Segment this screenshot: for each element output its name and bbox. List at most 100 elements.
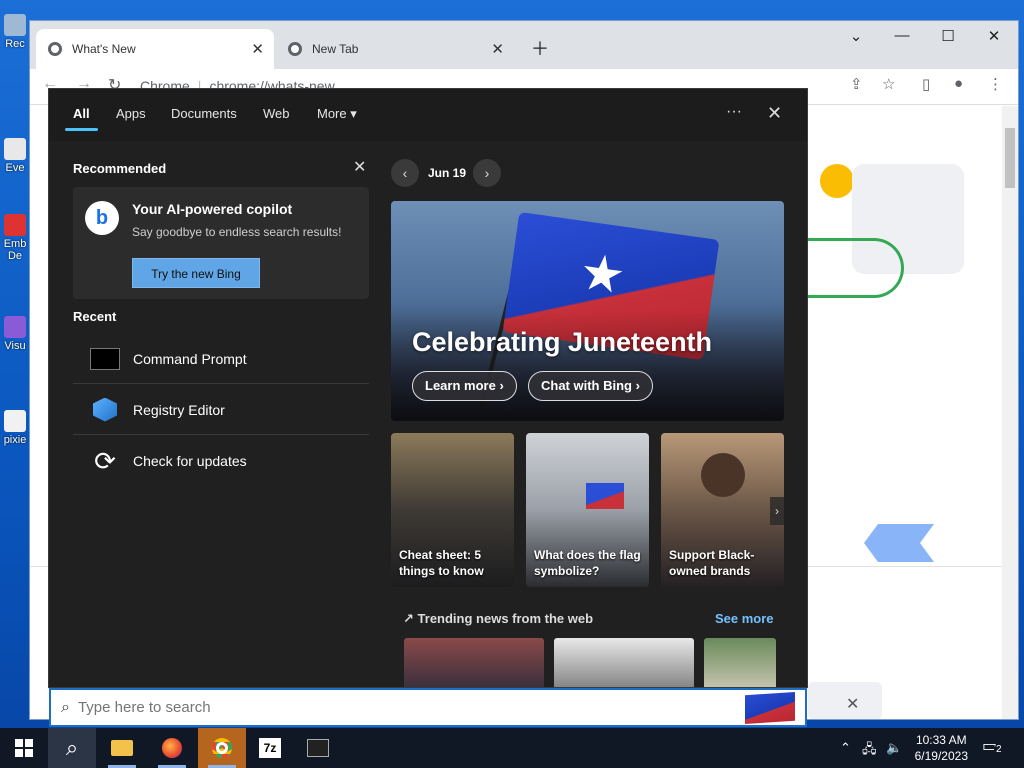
- share-icon[interactable]: ⇪: [850, 75, 863, 93]
- plus-icon[interactable]: ＋: [526, 35, 554, 59]
- date-label: Jun 19: [428, 166, 467, 180]
- try-bing-button[interactable]: Try the new Bing: [132, 258, 260, 288]
- bing-recommendation-card[interactable]: b Your AI-powered copilot Say goodbye to…: [73, 187, 369, 299]
- recommended-title: Recommended: [73, 161, 167, 176]
- notifications-button[interactable]: ▭ 2: [982, 736, 1004, 758]
- tab-strip: What's New ✕ New Tab ✕ ＋ ⌄ — ☐ ✕: [30, 21, 1018, 69]
- more-options-icon[interactable]: ···: [726, 103, 742, 121]
- maximize-icon[interactable]: ☐: [934, 27, 962, 47]
- chrome-favicon-icon: [288, 42, 302, 56]
- volume-icon[interactable]: 🔈: [886, 740, 902, 756]
- terminal-button[interactable]: [294, 728, 342, 768]
- recent-item-command-prompt[interactable]: Command Prompt: [73, 334, 369, 384]
- news-card-black-owned[interactable]: Support Black-owned brands ›: [661, 433, 784, 587]
- chrome-button[interactable]: [198, 728, 246, 768]
- news-card-cheat-sheet[interactable]: Cheat sheet: 5 things to know: [391, 433, 514, 587]
- hero-title: Celebrating Juneteenth: [412, 327, 713, 357]
- registry-editor-icon: [89, 397, 121, 423]
- trending-thumb[interactable]: [704, 638, 776, 687]
- taskbar-search-box[interactable]: ⌕: [49, 688, 807, 727]
- star-shape: [580, 252, 626, 298]
- vertical-scrollbar[interactable]: [1002, 106, 1018, 719]
- cube-glyph: [93, 397, 117, 422]
- trending-title: Trending news from the web: [417, 611, 594, 626]
- taskbar: ⌕ 7z ⌃ 🖧 🔈 10:33 AM 6/19/2023 ▭ 2: [0, 728, 1024, 768]
- card-subtitle: Say goodbye to endless search results!: [132, 225, 342, 239]
- start-button[interactable]: [0, 728, 48, 768]
- close-tab-icon[interactable]: ✕: [251, 40, 264, 58]
- desktop-icon-label: Emb De: [3, 238, 27, 262]
- tab-new-tab[interactable]: New Tab ✕: [276, 29, 514, 69]
- tab-all[interactable]: All: [65, 106, 98, 131]
- trending-icon: ↗: [403, 611, 414, 626]
- firefox-button[interactable]: [148, 728, 196, 768]
- recycle-bin-icon: [4, 14, 26, 36]
- 7zip-button[interactable]: 7z: [246, 728, 294, 768]
- tab-documents[interactable]: Documents: [171, 106, 237, 121]
- recent-item-registry-editor[interactable]: Registry Editor: [73, 385, 369, 435]
- card-title: Your AI-powered copilot: [132, 201, 293, 217]
- tab-more[interactable]: More ▾: [317, 106, 357, 122]
- news-card-flag-symbol[interactable]: What does the flag symbolize?: [526, 433, 649, 587]
- prev-date-icon[interactable]: ‹: [391, 159, 419, 187]
- left-column: Recommended ✕ b Your AI-powered copilot …: [73, 159, 369, 476]
- search-input[interactable]: [77, 699, 678, 716]
- hero-card[interactable]: Celebrating Juneteenth Learn more › Chat…: [391, 201, 784, 421]
- menu-icon[interactable]: ⋮: [988, 75, 1003, 93]
- decorative-curve: [800, 238, 904, 298]
- chevron-down-icon[interactable]: ⌄: [842, 27, 870, 47]
- tab-whats-new[interactable]: What's New ✕: [36, 29, 274, 69]
- close-tab-icon[interactable]: ✕: [491, 40, 504, 58]
- tab-more-label: More: [317, 106, 347, 121]
- chevron-up-icon[interactable]: ⌃: [840, 740, 851, 756]
- side-panel-icon[interactable]: ▯: [922, 75, 930, 93]
- desktop-icon-recycle-bin[interactable]: Rec: [0, 14, 30, 50]
- promo-card: [808, 682, 882, 719]
- see-more-link[interactable]: See more: [715, 611, 774, 626]
- learn-more-button[interactable]: Learn more ›: [412, 371, 517, 401]
- search-tabs: All Apps Documents Web More ▾ ··· ✕: [49, 89, 807, 141]
- tab-web[interactable]: Web: [263, 106, 290, 121]
- tab-apps[interactable]: Apps: [116, 106, 146, 121]
- profile-icon[interactable]: ●: [954, 75, 963, 92]
- desktop-icon-event[interactable]: Eve: [0, 138, 30, 174]
- desktop-icon-label: Eve: [5, 162, 25, 174]
- star-icon[interactable]: ☆: [882, 75, 895, 93]
- carousel-next-icon[interactable]: ›: [770, 497, 784, 525]
- tab-title: What's New: [72, 42, 136, 56]
- 7zip-icon: 7z: [259, 738, 281, 758]
- trending-thumb[interactable]: [554, 638, 694, 687]
- decorative-arrow: [864, 524, 934, 562]
- start-icon: [15, 739, 33, 757]
- search-icon: ⌕: [65, 735, 79, 760]
- close-recommended-icon[interactable]: ✕: [353, 157, 366, 177]
- scrollbar-thumb[interactable]: [1005, 128, 1015, 188]
- file-explorer-button[interactable]: [98, 728, 146, 768]
- news-card-title: What does the flag symbolize?: [534, 548, 641, 578]
- portrait-thumbnail: [701, 453, 745, 497]
- desktop-icon-embedded[interactable]: Emb De: [0, 214, 30, 262]
- terminal-window-glyph: [90, 347, 120, 370]
- terminal-icon: [307, 739, 329, 757]
- close-window-icon[interactable]: ✕: [980, 27, 1008, 47]
- search-icon: ⌕: [61, 698, 70, 716]
- close-icon[interactable]: ✕: [846, 694, 859, 714]
- network-icon[interactable]: 🖧: [862, 740, 877, 762]
- trending-thumb[interactable]: [404, 638, 544, 687]
- next-date-icon[interactable]: ›: [473, 159, 501, 187]
- chat-with-bing-button[interactable]: Chat with Bing ›: [528, 371, 653, 401]
- clock-time: 10:33 AM: [915, 733, 967, 747]
- news-card-title: Support Black-owned brands: [669, 548, 755, 578]
- decorative-circle: [820, 164, 854, 198]
- desktop-icon-label: Visu: [4, 340, 26, 352]
- desktop-icon-pixie[interactable]: pixie: [0, 410, 30, 446]
- learn-more-label: Learn more: [425, 378, 496, 393]
- clock[interactable]: 10:33 AM 6/19/2023: [915, 732, 968, 764]
- close-icon[interactable]: ✕: [767, 103, 782, 124]
- desktop-icon-visual[interactable]: Visu: [0, 316, 30, 352]
- recent-title: Recent: [73, 309, 117, 324]
- minimize-icon[interactable]: —: [888, 27, 916, 47]
- recent-item-check-updates[interactable]: ⟳ Check for updates: [73, 436, 369, 486]
- clock-date: 6/19/2023: [914, 749, 968, 763]
- search-button[interactable]: ⌕: [48, 728, 96, 768]
